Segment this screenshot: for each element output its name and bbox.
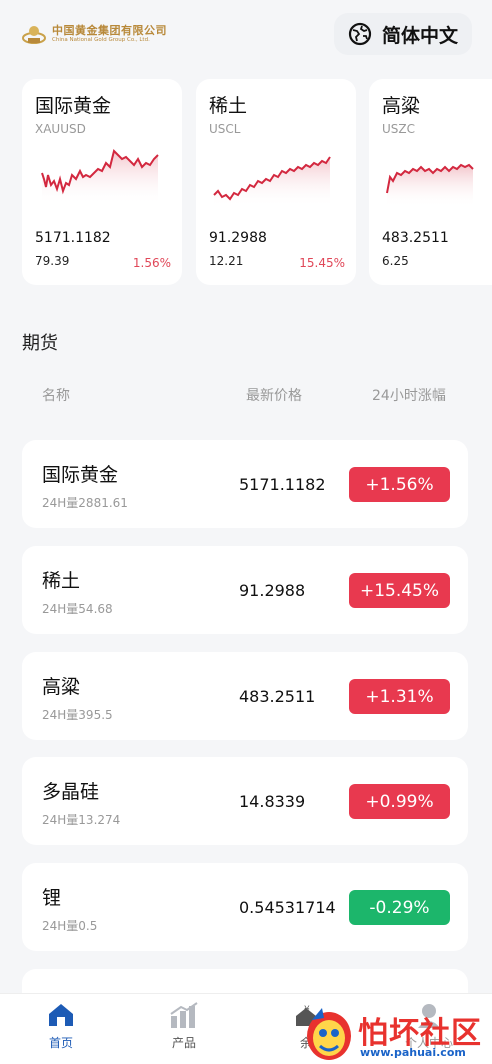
card-symbol: USCL <box>209 122 241 136</box>
company-logo: 中国黄金集团有限公司 China National Gold Group Co.… <box>22 22 167 46</box>
tab-home-label: 首页 <box>48 1036 73 1050</box>
row-volume: 24H量13.274 <box>42 813 121 827</box>
row-volume: 24H量54.68 <box>42 602 113 616</box>
row-name: 稀土 <box>42 570 81 592</box>
market-card-gold[interactable]: 国际黄金 XAUUSD 5171.1182 79.39 1.56% <box>22 79 182 285</box>
mascot-logo-icon <box>307 1008 351 1060</box>
futures-row-polysilicon[interactable]: 多晶硅 24H量13.274 14.8339 +0.99% <box>22 757 468 845</box>
row-price: 14.8339 <box>239 792 306 811</box>
row-name: 高粱 <box>42 676 81 698</box>
logo-english-text: China National Gold Group Co., Ltd. <box>52 36 150 43</box>
card-name: 国际黄金 <box>35 95 112 117</box>
column-header-name: 名称 <box>42 388 70 404</box>
row-volume: 24H量395.5 <box>42 708 113 722</box>
logo-chinese-text: 中国黄金集团有限公司 <box>52 23 167 37</box>
futures-row-rare-earth[interactable]: 稀土 24H量54.68 91.2988 +15.45% <box>22 546 468 634</box>
change-badge: +1.56% <box>349 467 450 502</box>
tab-products-label: 产品 <box>171 1036 196 1050</box>
app-header: 中国黄金集团有限公司 China National Gold Group Co.… <box>0 0 492 68</box>
card-change: 12.21 <box>209 254 244 268</box>
card-price: 483.2511 <box>382 230 449 246</box>
tab-home[interactable]: 首页 <box>31 1002 91 1051</box>
row-volume: 24H量2881.61 <box>42 496 128 510</box>
card-symbol: XAUUSD <box>35 122 86 136</box>
row-name: 锂 <box>42 887 62 909</box>
row-price: 0.54531714 <box>239 898 336 917</box>
card-percent: 1.56% <box>132 256 171 270</box>
card-name: 高粱 <box>382 95 421 117</box>
card-change: 79.39 <box>35 254 70 268</box>
tab-products[interactable]: 产品 <box>154 1002 214 1051</box>
logo-mark-icon <box>22 26 46 44</box>
row-price: 483.2511 <box>239 687 316 706</box>
change-badge: -0.29% <box>349 890 450 925</box>
section-title-futures: 期货 <box>22 333 58 354</box>
change-badge: +0.99% <box>349 784 450 819</box>
card-price: 91.2988 <box>209 230 267 246</box>
change-badge: +1.31% <box>349 679 450 714</box>
watermark-url: www.pahuai.com <box>360 1046 466 1059</box>
row-price: 5171.1182 <box>239 475 326 494</box>
row-volume: 24H量0.5 <box>42 919 98 933</box>
market-cards-carousel[interactable]: 国际黄金 XAUUSD 5171.1182 79.39 1.56% 稀土 USC… <box>22 79 492 285</box>
column-header-price: 最新价格 <box>246 388 302 404</box>
futures-row-lithium[interactable]: 锂 24H量0.5 0.54531714 -0.29% <box>22 863 468 951</box>
market-card-sorghum[interactable]: 高粱 USZC 483.2511 6.25 <box>369 79 492 285</box>
sparkline-chart <box>213 156 331 207</box>
card-percent: 15.45% <box>299 256 345 270</box>
language-switch-button[interactable]: 简体中文 <box>333 13 472 55</box>
sparkline-chart <box>41 149 159 205</box>
row-price: 91.2988 <box>239 581 306 600</box>
site-watermark: 怕坏社区 www.pahuai.com <box>298 1000 492 1064</box>
futures-row-sorghum[interactable]: 高粱 24H量395.5 483.2511 +1.31% <box>22 652 468 740</box>
language-label: 简体中文 <box>381 24 458 47</box>
card-name: 稀土 <box>209 95 248 117</box>
card-price: 5171.1182 <box>35 230 111 246</box>
sparkline-chart <box>386 163 474 207</box>
column-header-change: 24小时涨幅 <box>372 388 446 404</box>
card-symbol: USZC <box>382 122 415 136</box>
home-icon <box>49 1004 73 1026</box>
globe-icon <box>348 22 372 46</box>
change-badge: +15.45% <box>349 573 450 608</box>
card-change: 6.25 <box>382 254 409 268</box>
market-card-rare-earth[interactable]: 稀土 USCL 91.2988 12.21 15.45% <box>196 79 356 285</box>
row-name: 国际黄金 <box>42 464 119 486</box>
bar-chart-icon <box>170 1002 198 1028</box>
futures-row-gold[interactable]: 国际黄金 24H量2881.61 5171.1182 +1.56% <box>22 440 468 528</box>
row-name: 多晶硅 <box>42 781 100 803</box>
